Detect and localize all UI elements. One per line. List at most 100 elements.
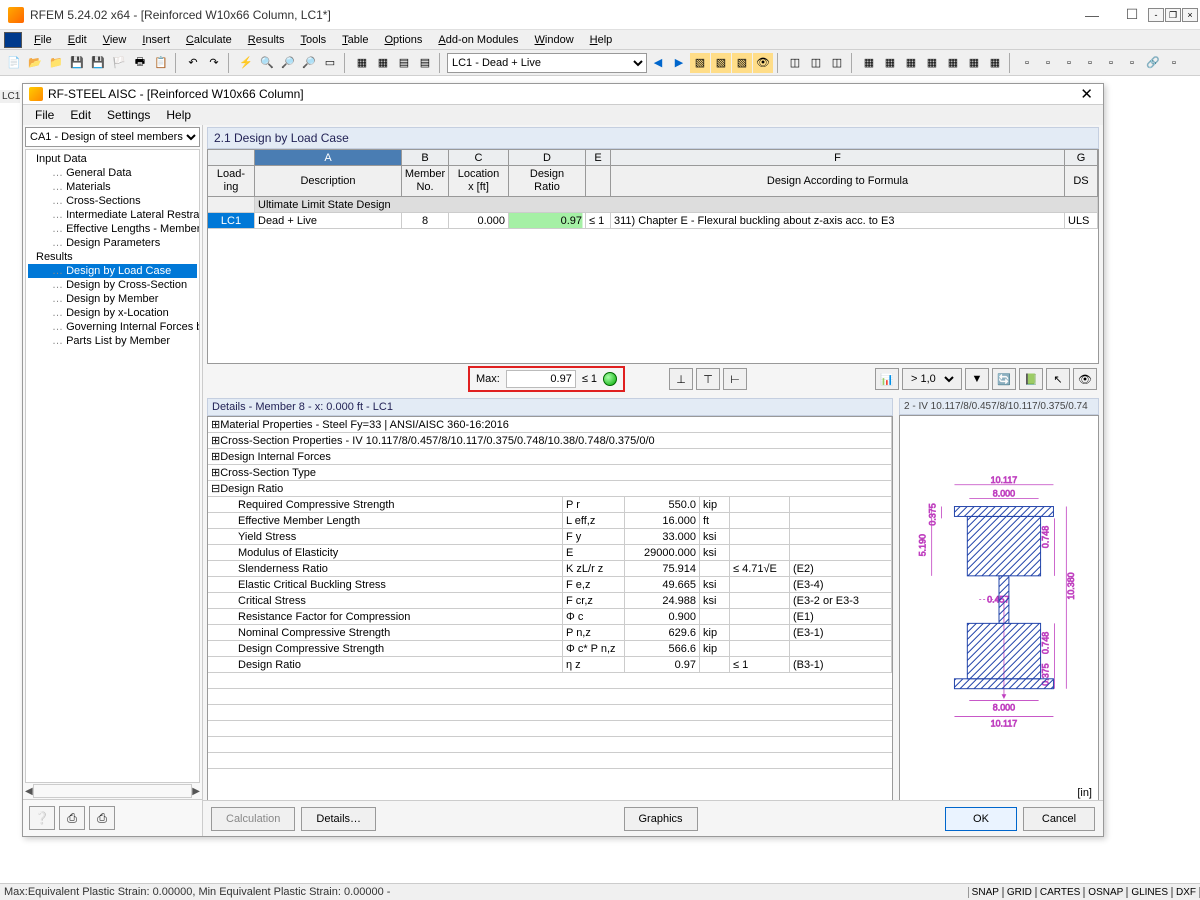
menu-tools[interactable]: Tools	[292, 32, 334, 48]
module-close-button[interactable]: ✕	[1076, 85, 1097, 103]
chart-icon[interactable]: 📊	[875, 368, 899, 390]
tree-input-data[interactable]: Input Data	[28, 152, 197, 166]
t2-icon[interactable]: ◫	[806, 53, 826, 73]
flag-icon[interactable]: 🏳️	[109, 53, 129, 73]
m6-icon[interactable]: ▫	[1122, 53, 1142, 73]
module-menu-help[interactable]: Help	[158, 106, 199, 124]
status-pill-grid[interactable]: GRID	[1003, 887, 1036, 898]
help-button[interactable]: ❔	[29, 806, 55, 830]
lc-tab[interactable]: LC1	[0, 90, 20, 103]
table-row[interactable]: LC1 Dead + Live 8 0.000 0.97 ≤ 1 311) Ch…	[208, 213, 1098, 229]
menu-results[interactable]: Results	[240, 32, 293, 48]
t1-icon[interactable]: ◫	[785, 53, 805, 73]
menu-add-on-modules[interactable]: Add-on Modules	[430, 32, 526, 48]
detail-category[interactable]: Cross-Section Properties - IV 10.117/8/0…	[208, 433, 892, 448]
undo-icon[interactable]: ↶	[183, 53, 203, 73]
tree-item[interactable]: Design by Member	[28, 292, 197, 306]
menu-table[interactable]: Table	[334, 32, 376, 48]
window2-icon[interactable]: ▦	[373, 53, 393, 73]
status-pill-glines[interactable]: GLINES	[1127, 887, 1172, 898]
details-button[interactable]: Details…	[301, 807, 376, 831]
status-pill-cartes[interactable]: CARTES	[1036, 887, 1084, 898]
calc2-icon[interactable]: 🔍	[257, 53, 277, 73]
table2-icon[interactable]: ▤	[415, 53, 435, 73]
zoom-icon[interactable]: 🔎	[278, 53, 298, 73]
menu-options[interactable]: Options	[376, 32, 430, 48]
g5-icon[interactable]: ▦	[943, 53, 963, 73]
cancel-button[interactable]: Cancel	[1023, 807, 1095, 831]
module-menu-edit[interactable]: Edit	[62, 106, 99, 124]
app-menu-icon[interactable]	[4, 32, 22, 48]
minimize-button[interactable]: —	[1072, 1, 1112, 29]
next-lc-icon[interactable]: ▶	[669, 53, 689, 73]
open2-icon[interactable]: 📁	[46, 53, 66, 73]
detail-category[interactable]: Cross-Section Type	[208, 465, 892, 480]
m3-icon[interactable]: ▫	[1059, 53, 1079, 73]
list-icon[interactable]: ▭	[320, 53, 340, 73]
m5-icon[interactable]: ▫	[1101, 53, 1121, 73]
new-icon[interactable]: 📄	[4, 53, 24, 73]
case-select[interactable]: CA1 - Design of steel members	[25, 127, 200, 147]
menu-edit[interactable]: Edit	[60, 32, 95, 48]
menu-file[interactable]: File	[26, 32, 60, 48]
tree-item[interactable]: Design by Load Case	[28, 264, 197, 278]
save2-icon[interactable]: 💾	[88, 53, 108, 73]
module-menu-settings[interactable]: Settings	[99, 106, 158, 124]
detail-category[interactable]: Design Ratio	[208, 481, 892, 496]
menu-insert[interactable]: Insert	[134, 32, 178, 48]
module-menu-file[interactable]: File	[27, 106, 62, 124]
tree-item[interactable]: General Data	[28, 166, 197, 180]
menu-calculate[interactable]: Calculate	[178, 32, 240, 48]
tree-item[interactable]: Design by Cross-Section	[28, 278, 197, 292]
g6-icon[interactable]: ▦	[964, 53, 984, 73]
menu-help[interactable]: Help	[582, 32, 621, 48]
tree-item[interactable]: Design Parameters	[28, 236, 197, 250]
mdi-restore[interactable]: ❐	[1165, 8, 1181, 22]
menu-view[interactable]: View	[95, 32, 135, 48]
prev-page-button[interactable]: ⎙	[59, 806, 85, 830]
menu-window[interactable]: Window	[527, 32, 582, 48]
prev-lc-icon[interactable]: ◀	[648, 53, 668, 73]
eye2-icon[interactable]: 👁	[1073, 368, 1097, 390]
window-icon[interactable]: ▦	[352, 53, 372, 73]
status-pill-osnap[interactable]: OSNAP	[1084, 887, 1127, 898]
tree-item[interactable]: Effective Lengths - Members	[28, 222, 197, 236]
tree-item[interactable]: Materials	[28, 180, 197, 194]
table-icon[interactable]: ▤	[394, 53, 414, 73]
detail-category[interactable]: Material Properties - Steel Fy=33 | ANSI…	[208, 417, 892, 432]
tree-results[interactable]: Results	[28, 250, 197, 264]
mdi-minimize[interactable]: -	[1148, 8, 1164, 22]
print-icon[interactable]: 🖶	[130, 53, 150, 73]
select-icon[interactable]: ↖	[1046, 368, 1070, 390]
open-icon[interactable]: 📂	[25, 53, 45, 73]
refresh-icon[interactable]: 🔄	[992, 368, 1016, 390]
ok-button[interactable]: OK	[945, 807, 1017, 831]
calc-icon[interactable]: ⚡	[236, 53, 256, 73]
tree-item[interactable]: Governing Internal Forces by M	[28, 320, 197, 334]
eye-icon[interactable]: 👁	[753, 53, 773, 73]
g4-icon[interactable]: ▦	[922, 53, 942, 73]
save-icon[interactable]: 💾	[67, 53, 87, 73]
tree-item[interactable]: Cross-Sections	[28, 194, 197, 208]
mdi-close[interactable]: ×	[1182, 8, 1198, 22]
tree-item[interactable]: Parts List by Member	[28, 334, 197, 348]
res2-icon[interactable]: ▧	[711, 53, 731, 73]
detail-category[interactable]: Design Internal Forces	[208, 449, 892, 464]
view1-icon[interactable]: ⊥	[669, 368, 693, 390]
tree-item[interactable]: Design by x-Location	[28, 306, 197, 320]
res3-icon[interactable]: ▧	[732, 53, 752, 73]
g7-icon[interactable]: ▦	[985, 53, 1005, 73]
m1-icon[interactable]: ▫	[1017, 53, 1037, 73]
redo-icon[interactable]: ↷	[204, 53, 224, 73]
m4-icon[interactable]: ▫	[1080, 53, 1100, 73]
next-page-button[interactable]: ⎙	[89, 806, 115, 830]
g1-icon[interactable]: ▦	[859, 53, 879, 73]
g3-icon[interactable]: ▦	[901, 53, 921, 73]
calculation-button[interactable]: Calculation	[211, 807, 295, 831]
filter-icon[interactable]: ▼	[965, 368, 989, 390]
m7-icon[interactable]: 🔗	[1143, 53, 1163, 73]
tree-item[interactable]: Intermediate Lateral Restraints	[28, 208, 197, 222]
status-pill-dxf[interactable]: DXF	[1172, 887, 1200, 898]
view2-icon[interactable]: ⊤	[696, 368, 720, 390]
t3-icon[interactable]: ◫	[827, 53, 847, 73]
